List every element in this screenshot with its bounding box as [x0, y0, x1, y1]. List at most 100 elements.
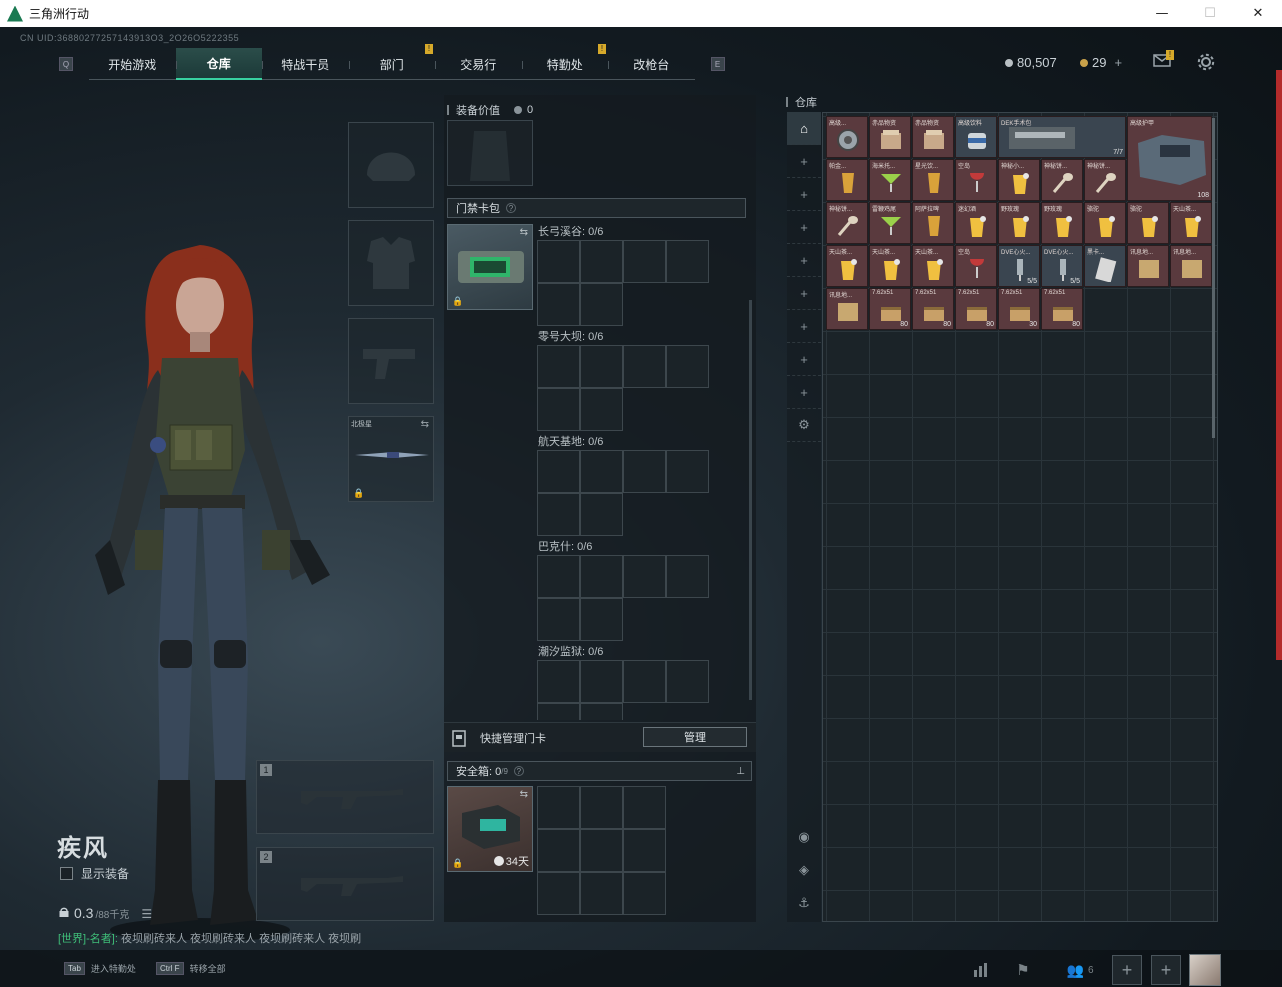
enter-workshop-hint[interactable]: Tab 进入特勤处 [64, 962, 136, 975]
keycard-cell[interactable] [623, 555, 666, 598]
operator-icon[interactable]: ◉ [787, 820, 821, 853]
keycard-zone-grid[interactable] [537, 240, 709, 326]
warehouse-item[interactable]: 赤品物资 [869, 116, 911, 158]
list-icon[interactable]: ☰ [141, 907, 152, 921]
warehouse-item[interactable]: 7.62x51 80 [1041, 288, 1083, 330]
layers-icon[interactable]: ◈ [787, 853, 821, 886]
warehouse-item[interactable]: 高级护甲 108 [1127, 116, 1212, 201]
swap-icon[interactable]: ⇆ [520, 227, 528, 238]
keycard-zone-grid[interactable] [537, 345, 709, 431]
tab-0[interactable]: 开始游戏 [89, 48, 176, 80]
warehouse-item[interactable]: 7.62x51 30 [998, 288, 1040, 330]
keycard-cell[interactable] [580, 388, 623, 431]
warehouse-item[interactable]: 帕金... [826, 159, 868, 201]
maximize-button[interactable]: ☐ [1186, 0, 1234, 27]
invite-slot-button[interactable]: + [1112, 955, 1142, 985]
add-tab-icon[interactable]: + [787, 310, 821, 343]
avatar[interactable] [1189, 954, 1221, 986]
help-icon[interactable]: ? [513, 766, 524, 776]
keycard-cell[interactable] [537, 598, 580, 641]
manage-button[interactable]: 管理 [643, 727, 747, 747]
minimize-button[interactable]: — [1138, 0, 1186, 27]
keycard-zone-grid[interactable] [537, 450, 709, 536]
middle-scrollbar[interactable] [749, 300, 752, 700]
warehouse-item[interactable]: 星光饮... [912, 159, 954, 201]
warehouse-item[interactable]: 野玫瑰 [998, 202, 1040, 244]
show-equipment-checkbox[interactable] [60, 867, 73, 880]
safe-box-grid[interactable] [537, 786, 666, 915]
warehouse-item[interactable]: 神秘饼... [1084, 159, 1126, 201]
primary-weapon-slot[interactable]: 1 [256, 760, 434, 834]
keycard-cell[interactable] [537, 660, 580, 703]
keycard-cell[interactable] [580, 283, 623, 326]
warehouse-item[interactable]: 骆驼 [1127, 202, 1169, 244]
tab-5[interactable]: 特勤处! [521, 44, 609, 80]
keycard-cell[interactable] [666, 555, 709, 598]
keycard-cell[interactable] [537, 493, 580, 536]
keycard-zone-grid[interactable] [537, 660, 709, 720]
add-tab-icon[interactable]: + [787, 244, 821, 277]
keycard-cell[interactable] [580, 345, 623, 388]
warehouse-home-tab-icon[interactable]: ⌂ [787, 112, 821, 145]
warehouse-item[interactable]: 天山茶... [1170, 202, 1212, 244]
keycard-cell[interactable] [623, 450, 666, 493]
keycard-cell[interactable] [580, 493, 623, 536]
keycard-cell[interactable] [537, 240, 580, 283]
warehouse-item[interactable]: 雷鞭鸡尾 [869, 202, 911, 244]
backpack-slot[interactable] [447, 120, 533, 186]
pin-icon[interactable]: ⊥ [736, 766, 745, 777]
add-tab-icon[interactable]: + [787, 211, 821, 244]
add-tab-icon[interactable]: + [787, 145, 821, 178]
warehouse-item[interactable]: 骆驼 [1084, 202, 1126, 244]
flag-icon[interactable]: ⚑ [1010, 958, 1036, 982]
add-tab-icon[interactable]: + [787, 277, 821, 310]
keycard-cell[interactable] [666, 240, 709, 283]
keycard-cell[interactable] [623, 660, 666, 703]
keycard-cell[interactable] [666, 660, 709, 703]
keycard-cell[interactable] [580, 450, 623, 493]
warehouse-item[interactable]: 黑卡... [1084, 245, 1126, 287]
pistol-slot[interactable] [348, 318, 434, 404]
warehouse-item[interactable]: 天山茶... [869, 245, 911, 287]
keycard-cell[interactable] [537, 388, 580, 431]
close-button[interactable]: ✕ [1234, 0, 1282, 27]
warehouse-item[interactable]: 海米托... [869, 159, 911, 201]
warehouse-item[interactable]: 讯息地... [1127, 245, 1169, 287]
warehouse-item[interactable]: DVE心火... 5/5 [1041, 245, 1083, 287]
warehouse-item[interactable]: 迷幻酒 [955, 202, 997, 244]
warehouse-item[interactable]: 高级饮料 [955, 116, 997, 158]
tab-1[interactable]: 仓库 [175, 48, 262, 80]
keycard-zone-grid[interactable] [537, 555, 709, 641]
helmet-slot[interactable] [348, 122, 434, 208]
warehouse-item[interactable]: 天山茶... [826, 245, 868, 287]
warehouse-item[interactable]: 讯息地... [826, 288, 868, 330]
warehouse-item[interactable]: 讯息地... [1170, 245, 1212, 287]
warehouse-item[interactable]: 空岛 [955, 245, 997, 287]
warehouse-item[interactable]: 天山茶... [912, 245, 954, 287]
stats-icon[interactable] [968, 958, 994, 982]
warehouse-item[interactable]: 高级... [826, 116, 868, 158]
keycard-cell[interactable] [537, 345, 580, 388]
warehouse-item[interactable]: 7.62x51 80 [955, 288, 997, 330]
warehouse-item[interactable]: 神秘饼... [826, 202, 868, 244]
keycard-cell[interactable] [580, 660, 623, 703]
add-tab-icon[interactable]: + [787, 376, 821, 409]
help-icon[interactable]: ? [506, 203, 516, 213]
warehouse-item[interactable]: 阿萨拉啤 [912, 202, 954, 244]
world-chat[interactable]: [世界]-名者]: 夜坝刷砖来人 夜坝刷砖来人 夜坝刷砖来人 夜坝刷 [58, 930, 361, 946]
invite-slot-button[interactable]: + [1151, 955, 1181, 985]
show-equipment-toggle[interactable]: 显示装备 [60, 865, 129, 882]
friends-icon[interactable]: 👥 6 [1060, 958, 1100, 982]
warehouse-item[interactable]: 野玫瑰 [1041, 202, 1083, 244]
warehouse-item[interactable]: 7.62x51 80 [869, 288, 911, 330]
keycard-cell[interactable] [537, 555, 580, 598]
keycard-cell[interactable] [623, 345, 666, 388]
tab-6[interactable]: 改枪台 [608, 48, 695, 80]
warehouse-item[interactable]: DEK手术包 7/7 [998, 116, 1126, 158]
keycard-cell[interactable] [537, 450, 580, 493]
tab-4[interactable]: 交易行 [435, 48, 522, 80]
warehouse-item[interactable]: 神秘饼... [1041, 159, 1083, 201]
nav-next-key[interactable]: E [710, 57, 725, 71]
keycard-cell[interactable] [580, 598, 623, 641]
melee-slot[interactable]: 北极星 ⇆ 🔒 [348, 416, 434, 502]
